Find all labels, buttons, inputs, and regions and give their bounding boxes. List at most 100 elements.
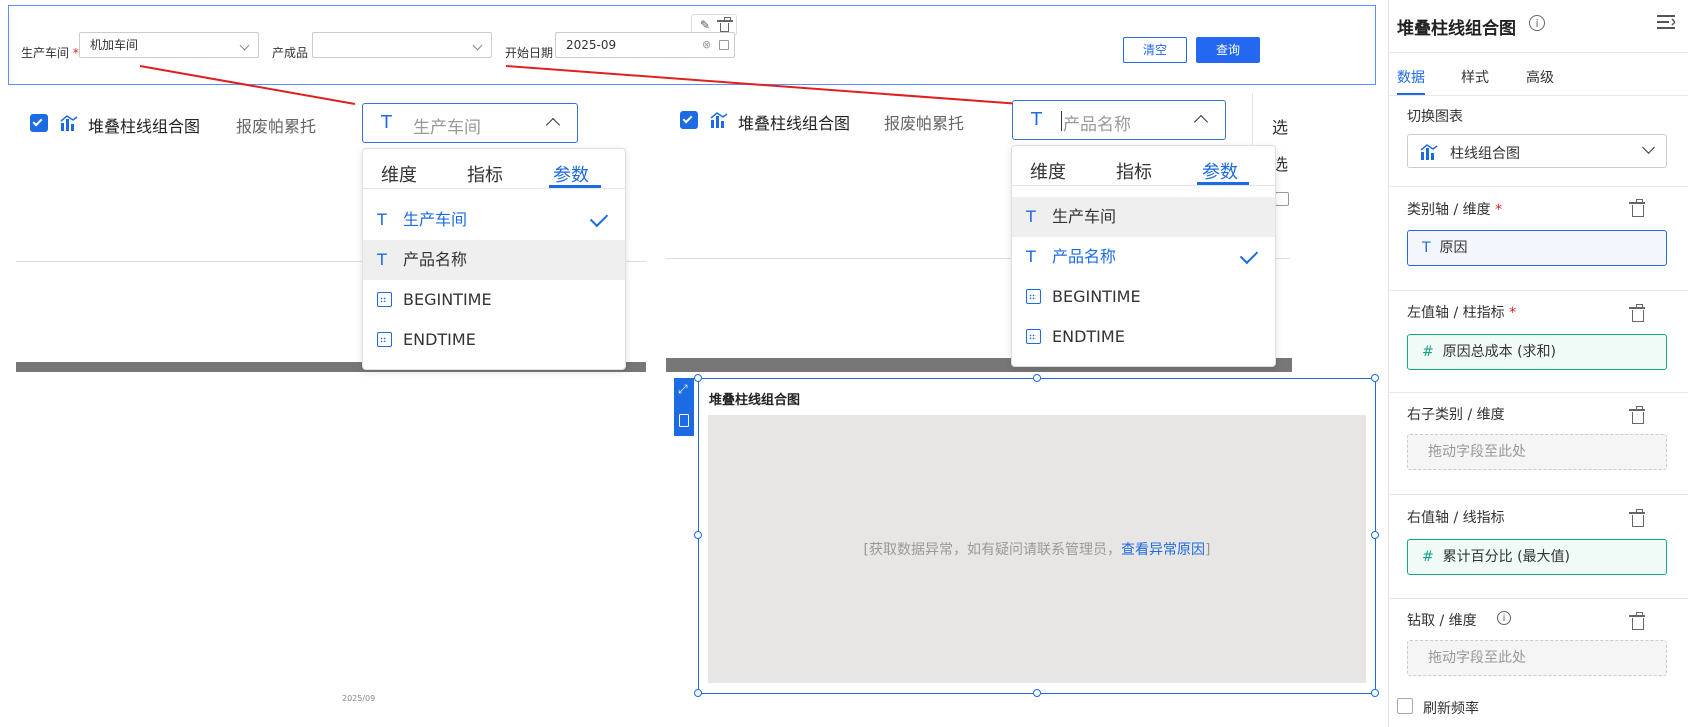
refresh-checkbox[interactable] xyxy=(1397,698,1413,714)
error-reason-link[interactable]: 查看异常原因 xyxy=(1121,542,1205,558)
text-cursor xyxy=(1061,111,1062,131)
tab-metric[interactable]: 指标 xyxy=(467,161,503,187)
text-type-icon: T xyxy=(377,250,387,269)
trash-icon[interactable] xyxy=(1629,304,1645,322)
info-icon[interactable]: i xyxy=(1497,611,1511,625)
calendar-icon xyxy=(1026,289,1041,304)
required-mark: * xyxy=(1495,202,1503,218)
trash-icon[interactable] xyxy=(1629,406,1645,424)
trash-icon[interactable] xyxy=(1629,199,1645,217)
right-axis-value: 累计百分比 (最大值) xyxy=(1442,549,1571,565)
left-field-dropdown: 维度 指标 参数 T 生产车间 T 产品名称 BEGINTIME ENDTIME xyxy=(362,148,626,370)
text-type-icon: T xyxy=(381,112,392,133)
resize-handle[interactable] xyxy=(1371,374,1379,382)
right-sub-label: 右子类别 / 维度 xyxy=(1407,407,1505,423)
drill-dropzone[interactable]: 拖动字段至此处 xyxy=(1407,640,1667,676)
tab-style[interactable]: 样式 xyxy=(1461,67,1489,87)
switch-chart-label: 切换图表 xyxy=(1407,109,1463,125)
component-name: 报废帕累托 xyxy=(884,114,965,133)
item-label: 产品名称 xyxy=(1052,247,1117,266)
divider xyxy=(1389,598,1688,599)
combo-chart-icon xyxy=(1420,143,1438,165)
right-field-dropdown: 维度 指标 参数 T 生产车间 T 产品名称 BEGINTIME ENDTIME xyxy=(1011,145,1276,367)
chevron-up-icon xyxy=(545,117,561,133)
divider xyxy=(1389,494,1688,495)
left-axis-value: 原因总成本 (求和) xyxy=(1442,344,1557,360)
item-label: 生产车间 xyxy=(403,210,468,229)
combo-chart-icon xyxy=(60,114,78,132)
hash-icon: # xyxy=(1422,344,1434,360)
tab-divider xyxy=(1012,185,1275,186)
tab-data[interactable]: 数据 xyxy=(1397,67,1425,87)
axis-date-text: 2025/09 xyxy=(342,694,376,703)
item-label: 产品名称 xyxy=(403,250,468,269)
resize-handle[interactable] xyxy=(1033,374,1041,382)
left-axis-label: 左值轴 / 柱指标 * xyxy=(1407,302,1516,322)
resize-handle[interactable] xyxy=(694,531,702,539)
error-text-suffix: ] xyxy=(1205,542,1211,558)
text-type-icon: T xyxy=(1422,240,1431,256)
calendar-icon xyxy=(377,292,392,307)
refresh-label: 刷新频率 xyxy=(1423,701,1479,717)
chart-type-label: 堆叠柱线组合图 xyxy=(738,114,851,133)
tab-parameter[interactable]: 参数 xyxy=(1202,158,1238,184)
collapse-panel-icon[interactable] xyxy=(1657,14,1677,29)
divider xyxy=(1389,290,1688,291)
category-axis-field[interactable]: T 原因 xyxy=(1407,230,1667,266)
dropdown-item[interactable]: T 生产车间 xyxy=(363,200,625,240)
right-sub-dropzone[interactable]: 拖动字段至此处 xyxy=(1407,434,1667,470)
hash-icon: # xyxy=(1422,549,1434,565)
dropdown-item[interactable]: ENDTIME xyxy=(1012,317,1275,357)
component-name: 报废帕累托 xyxy=(236,117,317,136)
dropdown-item[interactable]: ENDTIME xyxy=(363,320,625,360)
document-icon[interactable] xyxy=(679,414,689,427)
item-label: ENDTIME xyxy=(1052,327,1125,346)
resize-handle[interactable] xyxy=(1033,689,1041,697)
tab-parameter[interactable]: 参数 xyxy=(553,161,589,187)
item-label: BEGINTIME xyxy=(1052,287,1141,306)
checkbox-checked[interactable] xyxy=(680,111,698,129)
chevron-up-icon xyxy=(1193,114,1209,130)
trash-icon[interactable] xyxy=(1629,612,1645,630)
text-type-icon: T xyxy=(1026,207,1036,226)
check-icon xyxy=(1239,245,1259,265)
tab-metric[interactable]: 指标 xyxy=(1116,158,1152,184)
chart-error-area: [获取数据异常，如有疑问请联系管理员，查看异常原因] xyxy=(708,415,1366,683)
resize-handle[interactable] xyxy=(694,689,702,697)
trash-icon[interactable] xyxy=(1629,509,1645,527)
dropdown-item[interactable]: T 产品名称 xyxy=(1012,237,1275,277)
calendar-icon xyxy=(1026,329,1041,344)
parameter-combo[interactable]: T 生产车间 xyxy=(362,103,578,143)
item-label: ENDTIME xyxy=(403,330,476,349)
checkbox-checked[interactable] xyxy=(30,114,48,132)
divider xyxy=(1389,186,1688,187)
dropdown-item[interactable]: T 产品名称 xyxy=(363,240,625,280)
item-label: BEGINTIME xyxy=(403,290,492,309)
item-label: 生产车间 xyxy=(1052,207,1117,226)
tab-advanced[interactable]: 高级 xyxy=(1526,67,1554,87)
dropdown-item[interactable]: BEGINTIME xyxy=(1012,277,1275,317)
text-type-icon: T xyxy=(1026,247,1036,266)
divider xyxy=(1389,95,1688,96)
chart-type-select[interactable]: 柱线组合图 xyxy=(1407,134,1667,168)
info-icon[interactable]: i xyxy=(1529,15,1545,31)
checkbox[interactable] xyxy=(1275,192,1289,206)
category-axis-label: 类别轴 / 维度 * xyxy=(1407,199,1502,219)
expand-icon[interactable]: ⤢ xyxy=(678,382,688,397)
right-axis-field[interactable]: # 累计百分比 (最大值) xyxy=(1407,539,1667,575)
resize-handle[interactable] xyxy=(1371,689,1379,697)
error-text: [获取数据异常，如有疑问请联系管理员， xyxy=(863,542,1121,558)
tab-dimension[interactable]: 维度 xyxy=(1030,158,1066,184)
chart-widget[interactable]: 堆叠柱线组合图 [获取数据异常，如有疑问请联系管理员，查看异常原因] xyxy=(694,374,1379,697)
parameter-combo[interactable]: T 产品名称 xyxy=(1012,100,1226,140)
tab-dimension[interactable]: 维度 xyxy=(381,161,417,187)
category-axis-value: 原因 xyxy=(1439,240,1468,256)
required-mark: * xyxy=(1509,305,1517,321)
left-axis-field[interactable]: # 原因总成本 (求和) xyxy=(1407,334,1667,370)
calendar-icon xyxy=(377,332,392,347)
dropdown-item[interactable]: BEGINTIME xyxy=(363,280,625,320)
resize-handle[interactable] xyxy=(694,374,702,382)
dropdown-item[interactable]: T 生产车间 xyxy=(1012,197,1275,237)
resize-handle[interactable] xyxy=(1371,531,1379,539)
side-text: 选 xyxy=(1272,118,1289,137)
